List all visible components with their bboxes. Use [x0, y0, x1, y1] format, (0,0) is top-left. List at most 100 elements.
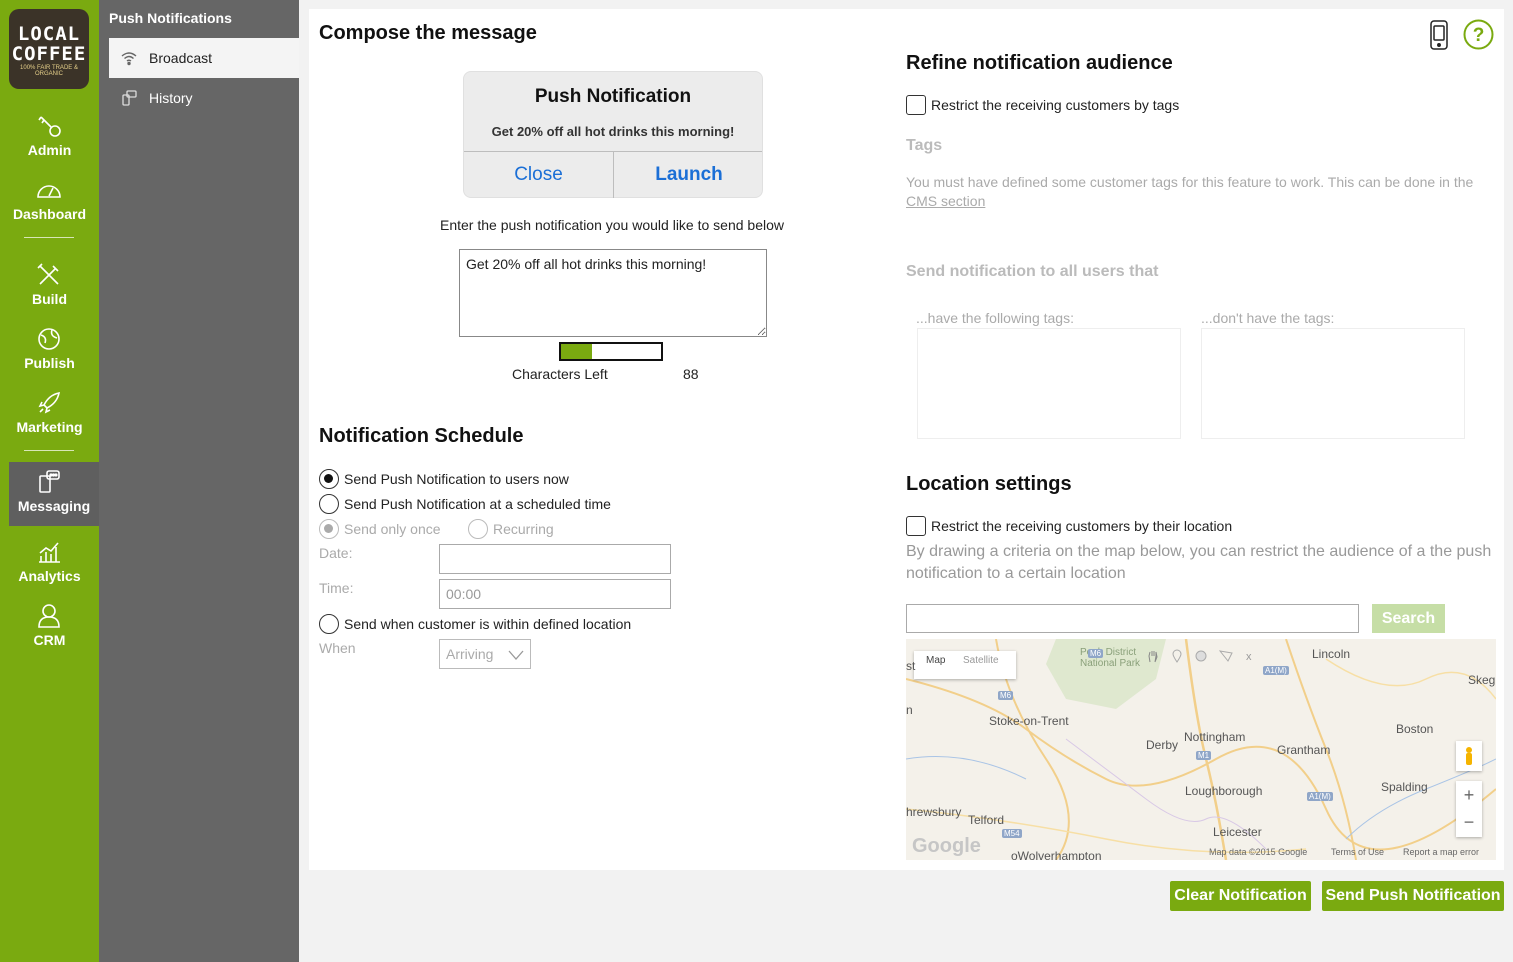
map-place-label: Boston — [1396, 722, 1434, 736]
nav-admin-label: Admin — [27, 142, 72, 158]
map-place-label: oWolverhampton — [1011, 849, 1102, 860]
svg-text:?: ? — [1473, 25, 1485, 46]
wifi-icon — [121, 52, 137, 66]
map-place-label: hrewsbury — [906, 805, 962, 819]
nav-marketing[interactable]: Marketing — [0, 383, 99, 447]
zoom-out-button[interactable]: − — [1456, 809, 1482, 837]
help-icon[interactable]: ? — [1463, 19, 1494, 50]
date-label: Date: — [319, 545, 353, 561]
location-search-button[interactable]: Search — [1372, 604, 1445, 633]
nav-messaging-label: Messaging — [17, 498, 91, 514]
nav-dashboard[interactable]: Dashboard — [0, 170, 99, 234]
preview-title: Push Notification — [534, 86, 692, 107]
time-field[interactable] — [439, 579, 671, 609]
map-road-label: M6 — [1088, 649, 1104, 658]
restrict-location-checkbox[interactable] — [906, 516, 926, 536]
location-heading: Location settings — [906, 473, 1072, 495]
compose-instruction: Enter the push notification you would li… — [440, 217, 784, 233]
circle-tool-icon[interactable] — [1195, 650, 1207, 662]
map-tab-map[interactable]: Map — [926, 655, 945, 666]
restrict-location-label[interactable]: Restrict the receiving customers by thei… — [931, 518, 1232, 534]
nav-publish-label: Publish — [24, 355, 75, 371]
nav-build[interactable]: Build — [0, 255, 99, 319]
nav-admin[interactable]: Admin — [0, 106, 99, 170]
preview-close-button[interactable]: Close — [464, 164, 613, 186]
map-place-label: Spalding — [1381, 780, 1428, 794]
restrict-tags-checkbox[interactable] — [906, 95, 926, 115]
map-report-link[interactable]: Report a map error — [1403, 847, 1479, 857]
dont-have-tags-list[interactable] — [1201, 328, 1465, 439]
rocket-icon — [38, 391, 61, 414]
location-map[interactable]: Map Satellite x Peak District National P… — [906, 639, 1496, 860]
pegman-button[interactable] — [1456, 741, 1482, 771]
zoom-in-button[interactable]: + — [1456, 781, 1482, 809]
tags-info: You must have defined some customer tags… — [906, 174, 1474, 190]
sidebar-item-history[interactable]: History — [109, 78, 299, 118]
chars-left-label: Characters Left — [512, 366, 608, 382]
dont-have-tags-label: ...don't have the tags: — [1201, 310, 1335, 326]
messaging-icon — [39, 470, 60, 493]
send-once-radio[interactable] — [319, 519, 339, 539]
when-select-value: Arriving — [446, 646, 494, 662]
nav-build-label: Build — [32, 291, 67, 307]
send-all-heading: Send notification to all users that — [906, 263, 1159, 280]
globe-icon — [38, 328, 60, 350]
nav-divider — [24, 237, 74, 238]
send-now-label[interactable]: Send Push Notification to users now — [344, 471, 569, 487]
send-now-radio[interactable] — [319, 469, 339, 489]
tags-heading: Tags — [906, 137, 943, 154]
location-search-input[interactable] — [906, 604, 1359, 633]
location-trigger-radio[interactable] — [319, 614, 339, 634]
map-road-label: M54 — [1002, 829, 1022, 838]
character-usage-bar — [559, 342, 663, 361]
map-tab-satellite[interactable]: Satellite — [963, 655, 999, 666]
polygon-tool-icon[interactable] — [1219, 650, 1233, 662]
character-usage-fill — [561, 344, 592, 359]
send-push-notification-button[interactable]: Send Push Notification — [1322, 881, 1504, 911]
recurring-label: Recurring — [493, 521, 554, 537]
schedule-heading: Notification Schedule — [319, 425, 524, 447]
location-trigger-label[interactable]: Send when customer is within defined loc… — [344, 616, 631, 632]
clear-notification-button[interactable]: Clear Notification — [1170, 881, 1311, 911]
logo-line-2: COFFEE — [11, 43, 87, 65]
history-icon — [122, 90, 137, 106]
key-icon — [38, 116, 61, 137]
preview-launch-button[interactable]: Launch — [614, 164, 764, 186]
scheduled-time-label[interactable]: Send Push Notification at a scheduled ti… — [344, 496, 611, 512]
restrict-tags-label[interactable]: Restrict the receiving customers by tags — [931, 97, 1179, 113]
nav-crm[interactable]: CRM — [0, 596, 99, 660]
nav-dashboard-label: Dashboard — [12, 206, 87, 222]
nav-analytics-label: Analytics — [18, 568, 81, 584]
brand-logo[interactable]: LOCAL COFFEE 100% FAIR TRADE & ORGANIC — [9, 9, 89, 89]
logo-tagline: 100% FAIR TRADE & ORGANIC — [20, 65, 78, 77]
send-once-label: Send only once — [344, 521, 441, 537]
tools-icon — [37, 263, 59, 285]
nav-analytics[interactable]: Analytics — [0, 532, 99, 596]
have-tags-label: ...have the following tags: — [916, 310, 1074, 326]
phone-preview-icon[interactable] — [1428, 20, 1450, 50]
map-close-button[interactable]: x — [1246, 651, 1252, 663]
when-select[interactable]: Arriving — [439, 639, 531, 669]
marker-tool-icon[interactable] — [1172, 649, 1182, 663]
recurring-radio[interactable] — [468, 519, 488, 539]
date-field[interactable] — [439, 544, 671, 574]
chevron-down-icon — [508, 650, 524, 660]
nav-divider — [24, 450, 74, 451]
google-logo: Google — [912, 835, 981, 857]
have-tags-list[interactable] — [917, 328, 1181, 439]
nav-publish[interactable]: Publish — [0, 319, 99, 383]
time-label: Time: — [319, 580, 354, 596]
map-place-label: Nottingham — [1184, 730, 1246, 744]
sidebar-item-broadcast[interactable]: Broadcast — [109, 38, 299, 78]
map-place-label: Loughborough — [1185, 784, 1263, 798]
gauge-icon — [37, 185, 61, 198]
scheduled-time-radio[interactable] — [319, 494, 339, 514]
map-terms-link[interactable]: Terms of Use — [1331, 847, 1384, 857]
chars-left-count: 88 — [683, 366, 699, 382]
main-panel: ? Compose the message Push Notification … — [309, 9, 1504, 870]
when-label: When — [319, 640, 356, 656]
map-place-label: n — [906, 703, 913, 717]
cms-section-link[interactable]: CMS section — [906, 193, 985, 209]
nav-messaging[interactable]: Messaging — [9, 462, 99, 526]
message-textarea[interactable]: Get 20% off all hot drinks this morning! — [459, 249, 767, 337]
